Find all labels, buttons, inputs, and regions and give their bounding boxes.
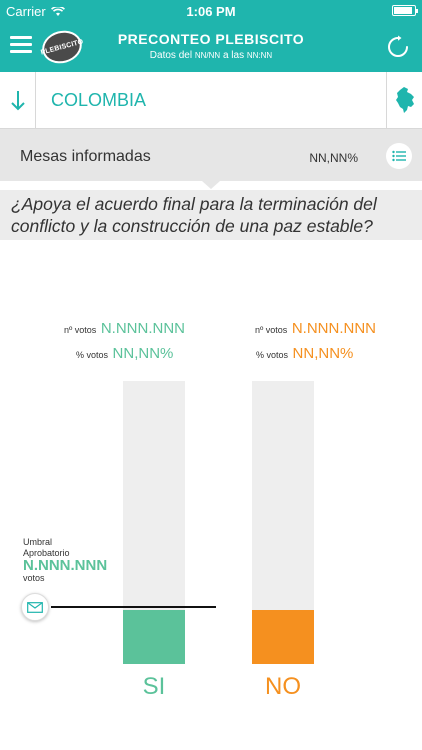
threshold-value: N.NNN.NNN <box>23 557 108 574</box>
no-bar-fill <box>252 610 314 664</box>
si-votes-row: nº votos N.NNN.NNN <box>64 320 185 345</box>
threshold-unit: votos <box>23 573 45 583</box>
threshold-info-button[interactable] <box>21 593 49 622</box>
location-dropdown-button[interactable] <box>0 72 36 128</box>
si-percent-row: % votos NN,NN% <box>76 345 185 370</box>
mesas-label: Mesas informadas <box>20 148 151 165</box>
subtitle-prefix: Datos del <box>149 50 193 61</box>
plebiscite-question: ¿Apoya el acuerdo final para la terminac… <box>11 194 377 236</box>
threshold-label: Umbral Aprobatorio <box>23 537 70 559</box>
no-stats: nº votos N.NNN.NNN % votos NN,NN% <box>255 320 376 370</box>
si-votes-label: nº votos <box>64 325 97 335</box>
mesas-informadas-row: Mesas informadas NN,NN% <box>0 129 422 181</box>
envelope-icon <box>27 601 43 613</box>
si-votes-value: N.NNN.NNN <box>100 320 185 337</box>
si-stats: nº votos N.NNN.NNN % votos NN,NN% <box>64 320 185 370</box>
no-percent-value: NN,NN% <box>292 345 354 362</box>
si-bar-fill <box>123 610 185 664</box>
status-bar: Carrier 1:06 PM <box>0 0 422 22</box>
page-title: PRECONTEO PLEBISCITO <box>117 31 305 47</box>
no-votes-row: nº votos N.NNN.NNN <box>255 320 376 345</box>
si-percent-value: NN,NN% <box>112 345 174 362</box>
location-name[interactable]: COLOMBIA <box>51 90 146 111</box>
si-percent-label: % votos <box>76 350 109 360</box>
no-percent-row: % votos NN,NN% <box>256 345 376 370</box>
no-percent-label: % votos <box>256 350 289 360</box>
subtitle-date: NN/NN <box>194 51 221 60</box>
subtitle-middle: a las <box>222 50 245 61</box>
location-selector: COLOMBIA <box>0 72 422 129</box>
subtitle-time: NN:NN <box>246 51 273 60</box>
list-button[interactable] <box>386 143 412 169</box>
battery-icon <box>392 5 418 16</box>
page-subtitle: Datos del NN/NN a las NN:NN <box>0 50 422 61</box>
arrow-down-icon <box>10 91 25 111</box>
no-votes-label: nº votos <box>255 325 288 335</box>
question-panel: ¿Apoya el acuerdo final para la terminac… <box>0 190 422 240</box>
colombia-map-icon <box>395 87 414 113</box>
no-label: NO <box>265 673 301 700</box>
no-bar <box>252 381 314 664</box>
no-votes-value: N.NNN.NNN <box>291 320 376 337</box>
status-time: 1:06 PM <box>186 4 236 19</box>
mesas-value: NN,NN% <box>309 151 358 165</box>
panel-pointer <box>202 181 220 189</box>
header-bar: PLEBISCITO PRECONTEO PLEBISCITO Datos de… <box>0 22 422 72</box>
list-icon <box>392 150 406 162</box>
threshold-label-line1: Umbral <box>23 537 53 547</box>
refresh-icon[interactable] <box>386 35 410 59</box>
si-bar <box>123 381 185 664</box>
si-label: SI <box>142 673 166 700</box>
map-button[interactable] <box>386 72 422 128</box>
threshold-line <box>51 606 216 609</box>
